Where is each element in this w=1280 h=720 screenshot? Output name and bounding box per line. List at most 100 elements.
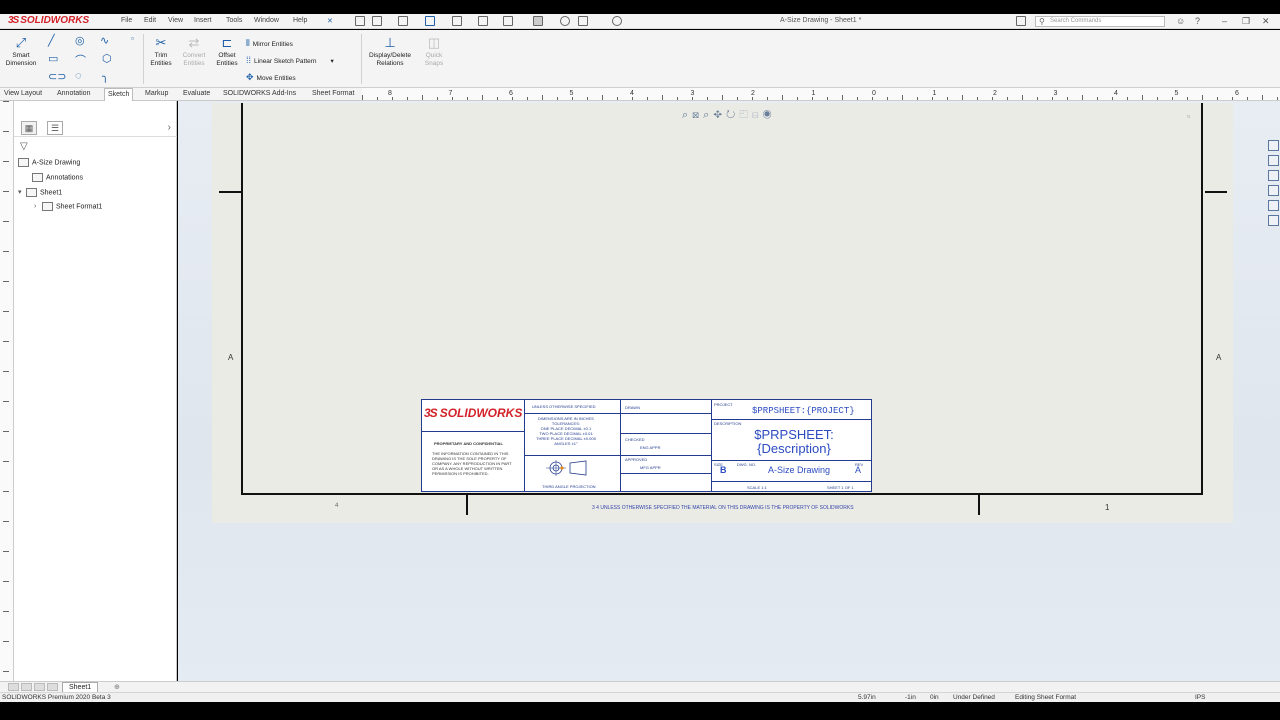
- quick-snaps-button[interactable]: ◫ Quick Snaps: [420, 36, 448, 68]
- appearances-icon[interactable]: [1268, 200, 1279, 211]
- feature-manager-tab-icon[interactable]: ▦: [21, 121, 37, 135]
- slot-tool-icon[interactable]: ⊂⊃: [48, 70, 66, 83]
- filter-icon[interactable]: ▽: [20, 141, 28, 152]
- polygon-tool-icon[interactable]: ⬡: [102, 52, 112, 65]
- tree-item-sheet-format[interactable]: › Sheet Format1: [34, 202, 102, 211]
- menu-file[interactable]: File: [121, 17, 132, 24]
- tab-annotation[interactable]: Annotation: [54, 90, 93, 101]
- ruler-tick: [1157, 97, 1158, 100]
- property-manager-tab-icon[interactable]: ☰: [47, 121, 63, 135]
- status-bar: SOLIDWORKS Premium 2020 Beta 3 5.97in -1…: [0, 692, 1280, 702]
- tab-solidworks-add-ins[interactable]: SOLIDWORKS Add-Ins: [220, 90, 299, 101]
- view-palette-icon[interactable]: [1268, 185, 1279, 196]
- trim-icon: ✂: [155, 35, 167, 50]
- title-block[interactable]: 3S SOLIDWORKS PROPRIETARY AND CONFIDENTIA…: [421, 399, 872, 492]
- drawing-sheet[interactable]: ⌕⊠⌕✥↻◰⊟◉ ▫ A A 3S SOLIDWORKS PROPRIETARY…: [212, 103, 1233, 523]
- smart-dimension-button[interactable]: ⤢ Smart Dimension: [3, 36, 39, 68]
- ruler-number: 3: [690, 90, 695, 97]
- collapse-arrow-icon[interactable]: ▾: [18, 188, 26, 196]
- ruler-tick: [1067, 97, 1068, 100]
- solidworks-logo[interactable]: 3S SOLIDWORKS: [8, 15, 89, 26]
- options-gear-icon[interactable]: [612, 16, 622, 26]
- point-tool-icon[interactable]: ▫: [131, 34, 134, 43]
- tree-item-annotations[interactable]: Annotations: [32, 173, 83, 182]
- tab-view-layout[interactable]: View Layout: [1, 90, 45, 101]
- drawing-icon: [18, 158, 29, 167]
- tab-sheet-format[interactable]: Sheet Format: [309, 90, 357, 101]
- vertical-ruler-tick: [3, 341, 9, 342]
- arc-tool-icon[interactable]: ⌒: [75, 52, 86, 68]
- trim-entities-button[interactable]: ✂ Trim Entities: [145, 36, 177, 68]
- add-sheet-icon[interactable]: ⊕: [114, 683, 120, 691]
- ruler-tick: [1232, 97, 1233, 100]
- help-icon[interactable]: [1016, 16, 1026, 26]
- line-tool-icon[interactable]: ╱: [48, 34, 55, 47]
- spline-tool-icon[interactable]: ∿: [100, 34, 109, 47]
- chevron-right-icon[interactable]: ›: [168, 122, 171, 133]
- tab-markup[interactable]: Markup: [142, 90, 171, 101]
- ruler-tick: [1172, 97, 1173, 100]
- expand-arrow-icon[interactable]: ›: [34, 203, 42, 210]
- menu-edit[interactable]: Edit: [144, 17, 156, 24]
- menu-help[interactable]: Help: [293, 17, 307, 24]
- ellipse-tool-icon[interactable]: ◌: [75, 70, 82, 82]
- description-field[interactable]: $PRPSHEET:{Description}: [719, 428, 869, 456]
- undo-icon[interactable]: [478, 16, 488, 26]
- project-field[interactable]: $PRPSHEET:{PROJECT}: [752, 406, 855, 416]
- size-field[interactable]: B: [720, 465, 727, 475]
- graphics-area[interactable]: ⌕⊠⌕✥↻◰⊟◉ ▫ A A 3S SOLIDWORKS PROPRIETARY…: [178, 101, 1280, 681]
- tab-sketch[interactable]: Sketch: [104, 88, 134, 101]
- select-icon[interactable]: [533, 16, 543, 26]
- previous-sheet-button[interactable]: [21, 683, 32, 691]
- vertical-ruler-tick: [3, 251, 9, 252]
- circle-tool-icon[interactable]: ◎: [75, 34, 85, 47]
- save-icon[interactable]: [425, 16, 435, 26]
- file-explorer-icon[interactable]: [1268, 170, 1279, 181]
- new-document-icon[interactable]: [372, 16, 382, 26]
- rectangle-tool-icon[interactable]: ▭: [48, 52, 58, 65]
- mirror-entities-button[interactable]: ⫴ Mirror Entities: [246, 38, 293, 49]
- rebuild-icon[interactable]: [560, 16, 570, 26]
- top-black-bar: [0, 0, 1280, 14]
- fillet-tool-icon[interactable]: ╮: [102, 70, 109, 83]
- display-delete-relations-label: Display/Delete Relations: [369, 52, 411, 67]
- ruler-tick: [1127, 97, 1128, 100]
- zone-marker-left: [219, 191, 241, 193]
- file-properties-icon[interactable]: [578, 16, 588, 26]
- revision-field[interactable]: A: [855, 465, 861, 475]
- search-commands-input[interactable]: ⚲ Search Commands: [1035, 16, 1165, 27]
- home-icon[interactable]: [355, 16, 365, 26]
- tree-item-sheet1[interactable]: ▾ Sheet1: [18, 188, 62, 197]
- convert-entities-button[interactable]: ⇄ Convert Entities: [178, 36, 210, 68]
- ruler-number: 1: [811, 90, 816, 97]
- pin-icon[interactable]: ✕: [327, 17, 333, 25]
- unit-system[interactable]: IPS: [1195, 694, 1205, 701]
- vertical-ruler-tick: [3, 671, 9, 672]
- menu-insert[interactable]: Insert: [194, 17, 212, 24]
- display-delete-relations-button[interactable]: ⊥ Display/Delete Relations: [362, 36, 418, 68]
- drawing-number-field[interactable]: A-Size Drawing: [768, 465, 830, 475]
- menu-view[interactable]: View: [168, 17, 183, 24]
- help-menu-icon[interactable]: ?: [1195, 16, 1200, 26]
- redo-icon[interactable]: [503, 16, 513, 26]
- offset-entities-button[interactable]: ⊏ Offset Entities: [211, 36, 243, 68]
- last-sheet-button[interactable]: [47, 683, 58, 691]
- tab-evaluate[interactable]: Evaluate: [180, 90, 213, 101]
- close-button[interactable]: ✕: [1262, 16, 1270, 27]
- design-library-icon[interactable]: [1268, 155, 1279, 166]
- solidworks-resources-icon[interactable]: [1268, 140, 1279, 151]
- first-sheet-button[interactable]: [8, 683, 19, 691]
- minimize-button[interactable]: –: [1222, 16, 1227, 26]
- user-icon[interactable]: ☺: [1176, 16, 1185, 26]
- menu-tools[interactable]: Tools: [226, 17, 242, 24]
- menu-window[interactable]: Window: [254, 17, 279, 24]
- tree-item-root[interactable]: A-Size Drawing: [18, 158, 80, 167]
- next-sheet-button[interactable]: [34, 683, 45, 691]
- open-icon[interactable]: [398, 16, 408, 26]
- print-icon[interactable]: [452, 16, 462, 26]
- restore-button[interactable]: ❐: [1242, 16, 1250, 27]
- custom-properties-icon[interactable]: [1268, 215, 1279, 226]
- vertical-ruler-tick: [3, 131, 9, 132]
- linear-sketch-pattern-button[interactable]: ⁞⁞ Linear Sketch Pattern ▾: [246, 55, 334, 65]
- move-entities-button[interactable]: ✥ Move Entities: [246, 72, 296, 83]
